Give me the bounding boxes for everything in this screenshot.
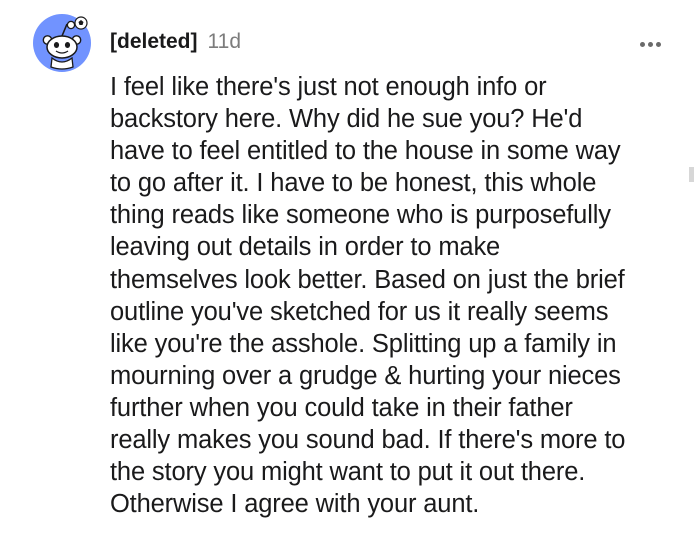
comment-body-line: like you're the asshole. Splitting up a … [110, 329, 617, 358]
comment-body-line: really makes you sound bad. If there's m… [110, 426, 626, 455]
comment-body: I feel like there's just not enough info… [110, 71, 685, 520]
comment-body-line: to go after it. I have to be honest, thi… [110, 169, 597, 198]
avatar[interactable] [33, 14, 91, 72]
comment-header: [deleted] 11d [110, 30, 241, 60]
scrollbar-thumb[interactable] [689, 167, 694, 182]
comment-body-line: Otherwise I agree with your aunt. [110, 490, 480, 519]
comment-body-line: leaving out details in order to make [110, 233, 501, 262]
reddit-snoo-avatar-icon [33, 14, 91, 72]
more-options-icon[interactable] [640, 42, 662, 48]
comment-body-line: have to feel entitled to the house in so… [110, 137, 621, 166]
comment-body-line: outline you've sketched for us it really… [110, 297, 609, 326]
comment-body-line: thing reads like someone who is purposef… [110, 201, 611, 230]
comment-body-line: mourning over a grudge & hurting your ni… [110, 361, 621, 390]
comment-body-line: further when you could take in their fat… [110, 393, 573, 422]
comment-body-line: I feel like there's just not enough info… [110, 73, 547, 101]
username[interactable]: [deleted] [110, 30, 198, 54]
comment: [deleted] 11d I feel like there's just n… [0, 0, 700, 543]
comment-body-line: backstory here. Why did he sue you? He'd [110, 105, 583, 134]
timestamp[interactable]: 11d [208, 30, 241, 54]
comment-body-line: the story you might want to put it out t… [110, 458, 586, 487]
comment-body-line: themselves look better. Based on just th… [110, 265, 625, 294]
